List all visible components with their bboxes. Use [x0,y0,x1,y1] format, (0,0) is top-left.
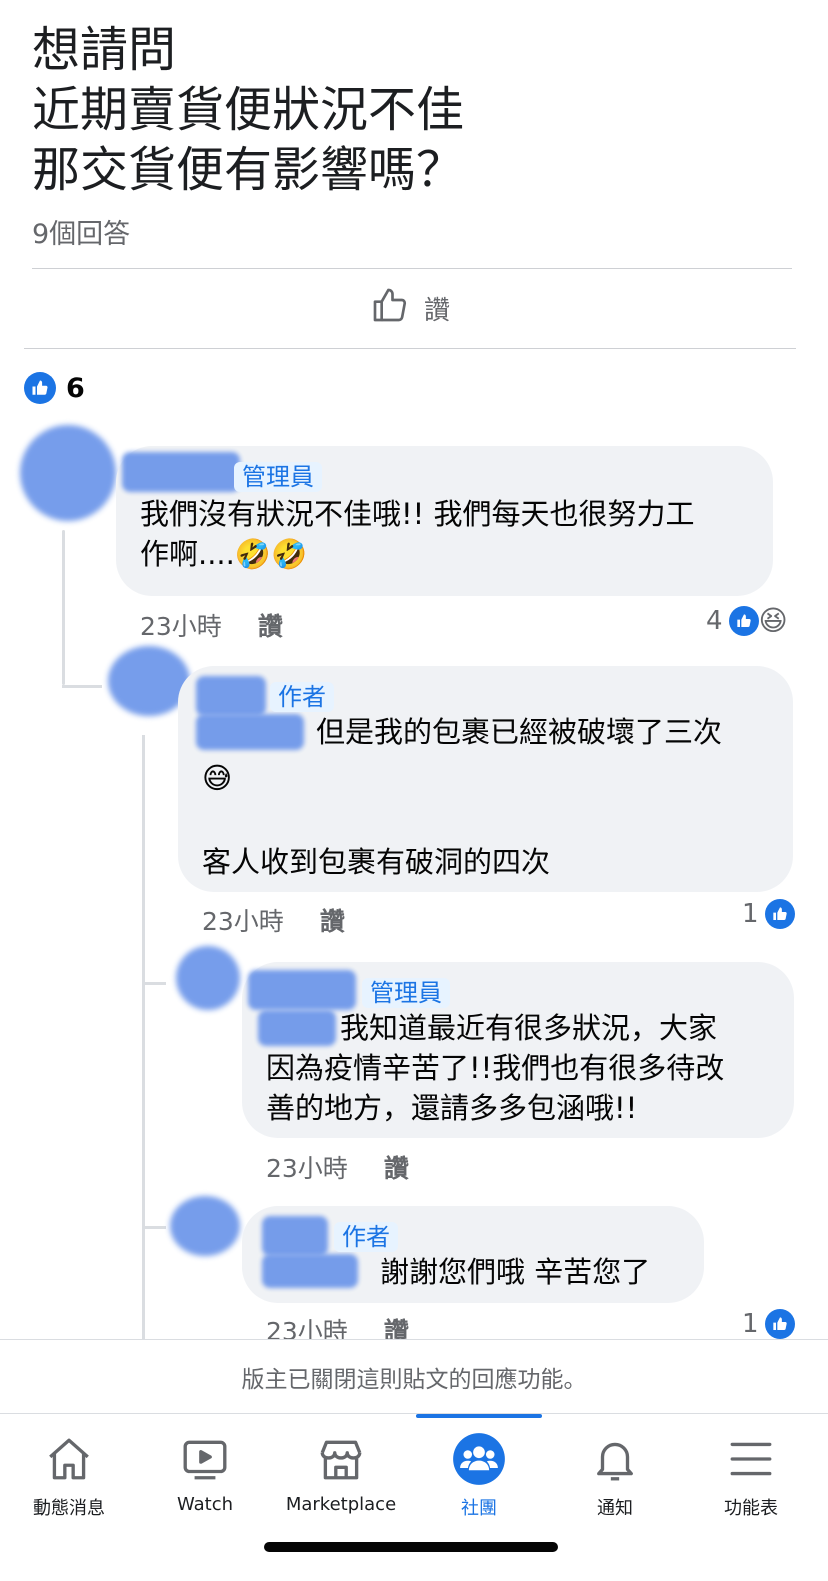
like-reaction-icon [24,372,56,404]
author-badge: 作者 [334,1222,398,1252]
avatar[interactable] [20,425,116,521]
divider [32,268,792,269]
comment-like-button[interactable]: 讚 [384,1149,409,1185]
tab-label: Watch [176,1494,234,1515]
watch-icon [178,1432,232,1486]
commenter-name[interactable] [262,1216,328,1256]
thread-line [62,530,65,685]
comment-time: 23小時 [266,1154,348,1183]
commenter-name-line2 [196,714,304,750]
tab-label: 動態消息 [33,1498,105,1519]
reaction-count: 1 [742,1309,759,1339]
tab-label: Marketplace [285,1494,397,1515]
comment-text: 謝謝您們哦 辛苦您了 [380,1255,651,1289]
haha-reaction-icon: 😆 [758,604,788,637]
comments-closed-notice: 版主已關閉這則貼文的回應功能。 [0,1339,828,1413]
marketplace-icon [314,1432,368,1486]
tab-news-feed[interactable]: 動態消息 [0,1432,138,1520]
tab-label: 社團 [461,1498,497,1519]
comment-reactions[interactable]: 4 😆 [706,604,788,637]
comment-text: 客人收到包裹有破洞的四次 [202,845,551,879]
like-count-value: 6 [66,372,85,404]
tab-watch[interactable]: Watch [136,1432,274,1515]
tab-menu[interactable]: 功能表 [682,1432,820,1520]
admin-badge: 管理員 [234,462,322,492]
thread-line [142,982,166,985]
comment-text: 我知道最近有很多狀況，大家 [340,1011,718,1045]
comment-reactions[interactable]: 1 [742,899,795,929]
commenter-name[interactable] [122,452,240,492]
like-reaction-icon [764,899,795,929]
tab-groups[interactable]: 社團 [410,1432,548,1520]
post-title: 想請問 近期賣貨便狀況不佳 那交貨便有影響嗎？ [32,22,465,198]
answer-count[interactable]: 9個回答 [32,212,130,251]
divider [24,348,796,349]
like-label: 讚 [424,296,451,326]
author-badge: 作者 [270,682,334,712]
comment-text: 但是我的包裹已經被破壞了三次 [316,715,723,749]
thumbs-up-icon [370,285,410,332]
groups-icon [452,1432,506,1486]
home-indicator[interactable] [264,1542,558,1552]
home-icon [42,1432,96,1486]
comment-time: 23小時 [202,907,284,936]
comment-meta: 23小時 讚 [202,902,345,938]
commenter-name[interactable] [248,970,356,1010]
post-reactions[interactable]: 6 [24,372,85,404]
comment-text: 因為疫情辛苦了!!我們也有很多待改 善的地方，還請多多包涵哦!! [266,1051,725,1125]
thread-line [62,685,102,688]
bottom-tab-bar: 動態消息 Watch Marketplace 社團 通知 功能表 [0,1413,828,1581]
like-button[interactable]: 讚 [370,285,450,332]
comment-like-button[interactable]: 讚 [258,607,283,643]
menu-icon [724,1432,778,1486]
comment-time: 23小時 [140,612,222,641]
comment-text: 我們沒有狀況不佳哦!! 我們每天也很努力工 作啊....🤣🤣 [140,497,695,571]
comment-reactions[interactable]: 1 [742,1309,795,1339]
tab-marketplace[interactable]: Marketplace [272,1432,410,1515]
bell-icon [588,1432,642,1486]
commenter-name-line2 [262,1254,358,1288]
admin-badge: 管理員 [362,978,450,1008]
tab-notifications[interactable]: 通知 [546,1432,684,1520]
comment-emoji: 😅 [202,761,233,795]
closed-notice-text: 版主已關閉這則貼文的回應功能。 [241,1366,587,1393]
avatar[interactable] [170,1196,240,1256]
comment-meta: 23小時 讚 [266,1149,409,1185]
like-reaction-icon [728,605,759,636]
tab-label: 通知 [597,1498,633,1519]
comment-meta: 23小時 讚 [140,607,283,643]
thread-line [142,735,145,1339]
like-reaction-icon [764,1309,795,1339]
active-tab-indicator [416,1414,542,1418]
reaction-count: 1 [742,899,759,929]
thread-line [142,1226,166,1229]
reaction-count: 4 [706,605,723,636]
commenter-name[interactable] [196,676,266,716]
commenter-name-line2 [258,1010,336,1046]
avatar[interactable] [176,946,240,1010]
comment-like-button[interactable]: 讚 [320,902,345,938]
tab-label: 功能表 [724,1498,778,1519]
